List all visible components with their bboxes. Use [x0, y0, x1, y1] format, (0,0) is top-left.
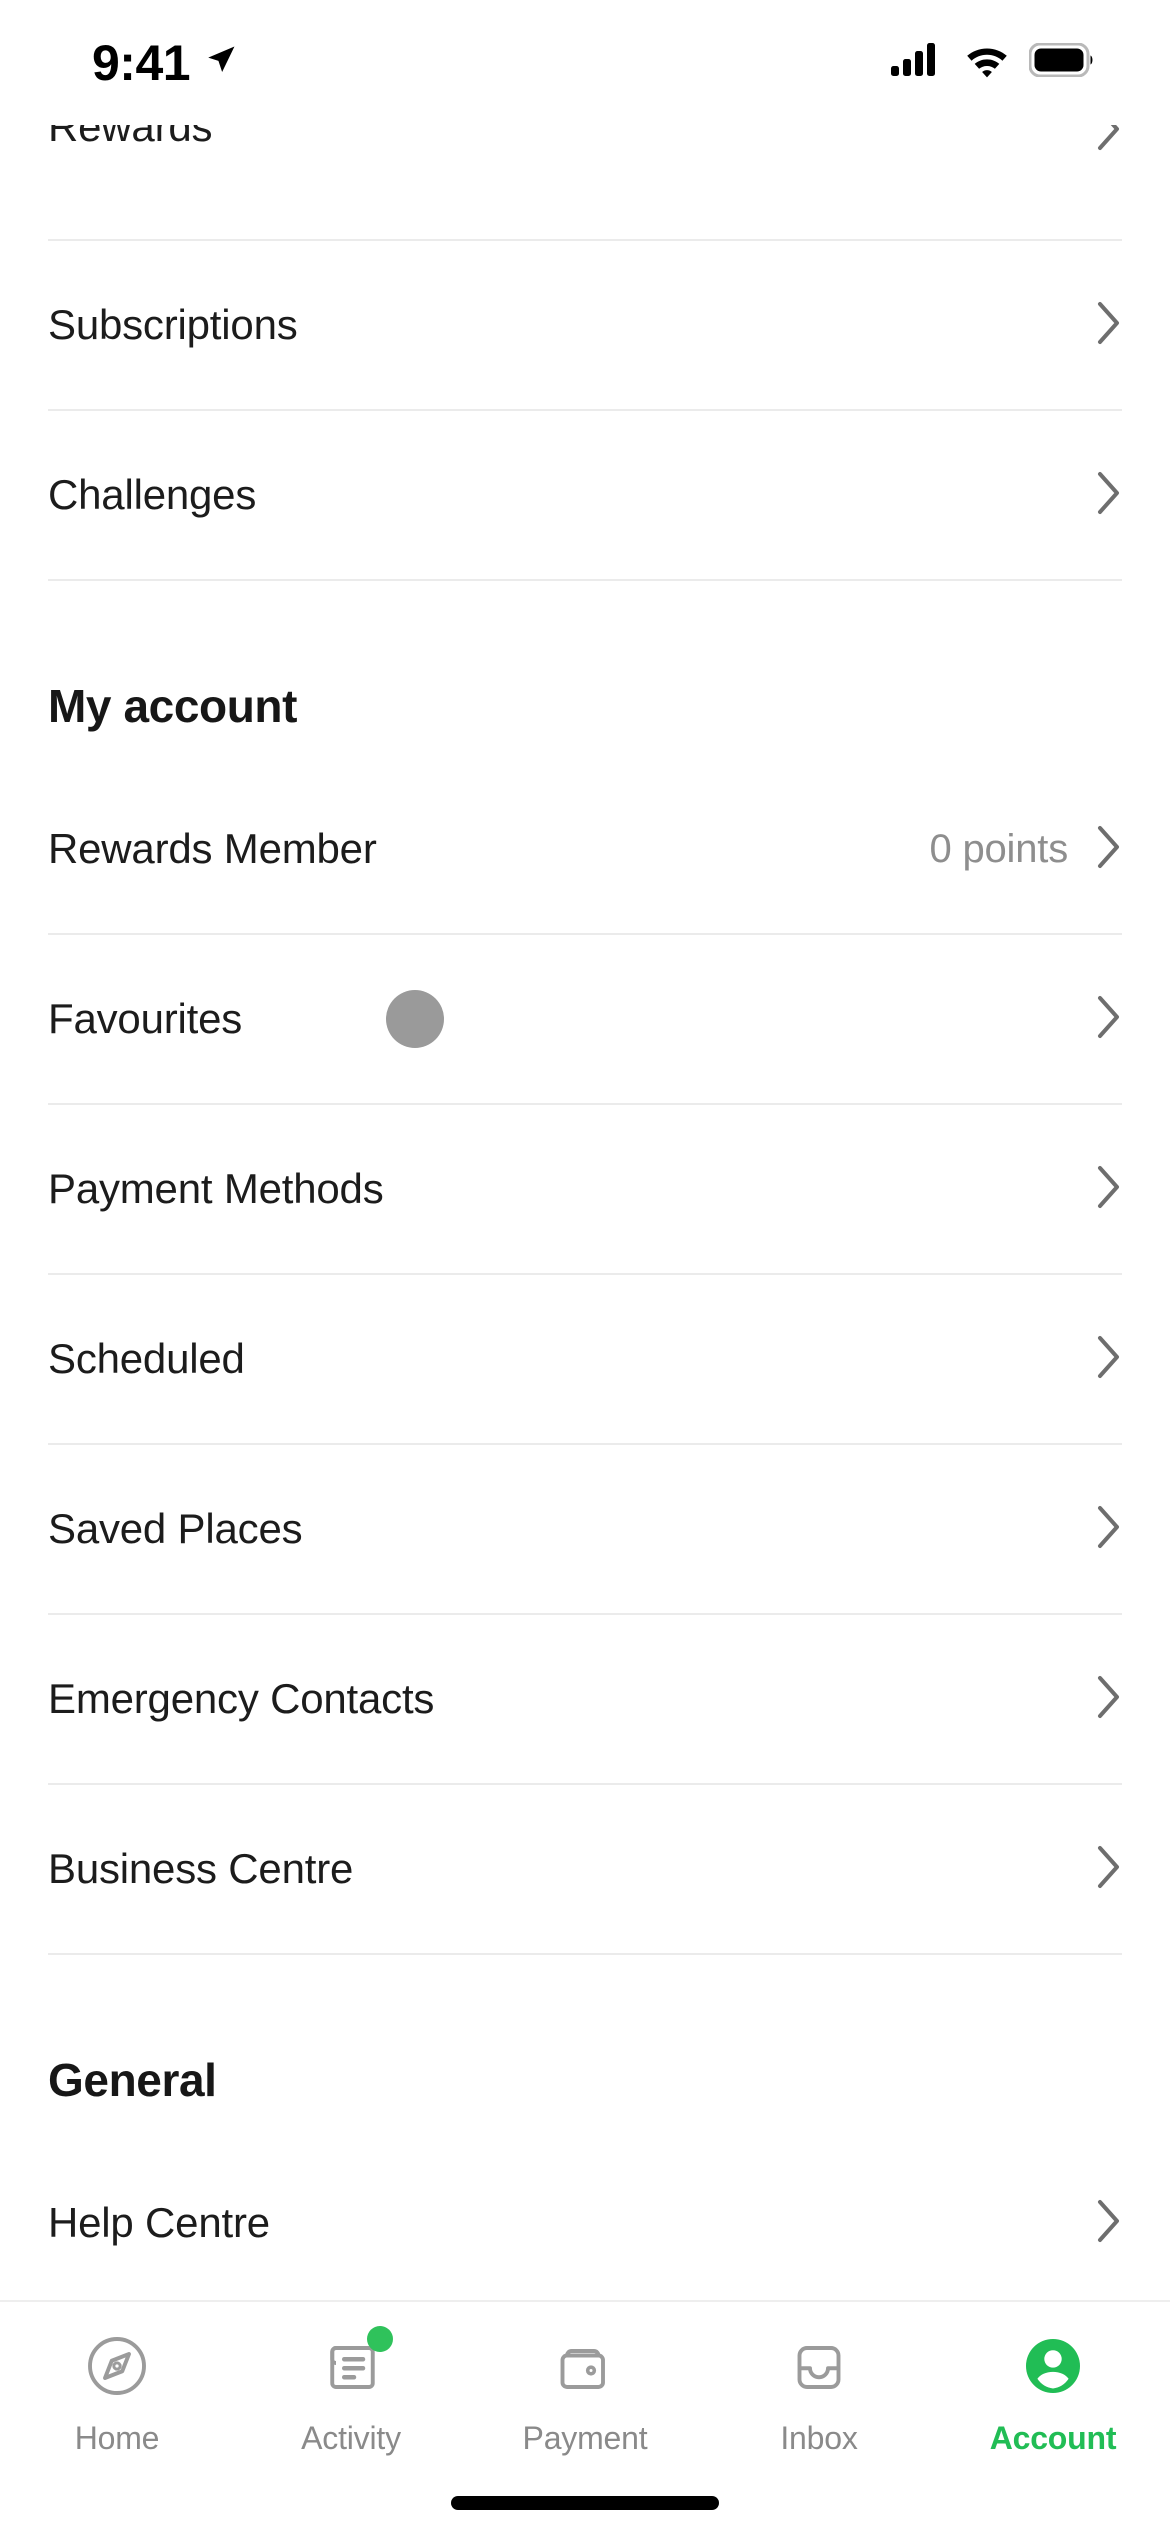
chevron-right-icon — [1096, 1845, 1122, 1894]
list-item-trailing — [1096, 995, 1122, 1044]
section-header-general: General — [0, 2021, 1170, 2139]
compass-icon — [75, 2324, 159, 2408]
chevron-right-icon — [1096, 471, 1122, 520]
settings-scroll-content[interactable]: Rewards Subscriptions Challenges My acco… — [0, 125, 1170, 2400]
chevron-right-icon — [1096, 2199, 1122, 2248]
section-title: My account — [48, 680, 298, 732]
tab-home[interactable]: Home — [0, 2302, 234, 2477]
chevron-right-icon — [1096, 301, 1122, 350]
list-item-emergency-contacts[interactable]: Emergency Contacts — [0, 1615, 1170, 1783]
section-header-my-account: My account — [0, 647, 1170, 765]
list-item-help-centre[interactable]: Help Centre — [0, 2139, 1170, 2307]
list-item-label: Subscriptions — [48, 301, 298, 348]
tab-label: Home — [74, 2420, 160, 2456]
list-item-label: Emergency Contacts — [48, 1675, 435, 1722]
list-item-label: Scheduled — [48, 1335, 245, 1382]
loading-placeholder-circle — [386, 990, 444, 1048]
list-item-trailing — [1096, 1505, 1122, 1554]
list-item-label: Rewards Member — [48, 825, 377, 872]
list-item-label: Business Centre — [48, 1845, 354, 1892]
list-item-saved-places[interactable]: Saved Places — [0, 1445, 1170, 1613]
wallet-icon — [543, 2324, 627, 2408]
top-section: Rewards Subscriptions Challenges — [0, 125, 1170, 581]
app-screen: 9:41 Rewards Subscriptions Challenges My… — [0, 0, 1170, 2532]
section-spacer — [0, 581, 1170, 647]
list-item-label: Rewards — [48, 125, 213, 150]
list-item-rewards-member[interactable]: Rewards Member 0 points — [0, 765, 1170, 933]
list-item-label: Payment Methods — [48, 1165, 384, 1212]
list-item-trailing — [1096, 1675, 1122, 1724]
cellular-signal-icon — [891, 42, 945, 83]
list-item-trailing — [1096, 1845, 1122, 1894]
list-item-trailing — [1096, 471, 1122, 520]
list-item-payment-methods[interactable]: Payment Methods — [0, 1105, 1170, 1273]
list-item-trailing — [1096, 2199, 1122, 2248]
status-bar-left: 9:41 — [92, 38, 238, 88]
list-item-trailing — [1096, 1165, 1122, 1214]
chevron-right-icon — [1096, 1335, 1122, 1384]
status-bar: 9:41 — [0, 0, 1170, 125]
status-bar-right — [891, 42, 1095, 83]
tab-label: Activity — [301, 2420, 401, 2456]
inbox-tray-icon — [777, 2324, 861, 2408]
points-value: 0 points — [929, 826, 1069, 871]
section-title: General — [48, 2054, 217, 2106]
chevron-right-icon — [1096, 1165, 1122, 1214]
chevron-right-icon — [1096, 1675, 1122, 1724]
tab-label: Account — [989, 2420, 1117, 2456]
notification-badge-dot — [367, 2326, 393, 2352]
list-item-label: Favourites — [48, 995, 243, 1042]
list-item-challenges[interactable]: Challenges — [0, 411, 1170, 579]
tab-inbox[interactable]: Inbox — [702, 2302, 936, 2477]
chevron-right-icon — [1096, 125, 1122, 156]
status-time: 9:41 — [92, 34, 191, 91]
list-item-label: Challenges — [48, 471, 257, 518]
list-item-trailing — [1096, 125, 1122, 156]
home-indicator — [451, 2496, 719, 2510]
tab-label: Payment — [522, 2420, 648, 2456]
list-item-business-centre[interactable]: Business Centre — [0, 1785, 1170, 1953]
list-item-label: Saved Places — [48, 1505, 303, 1552]
list-item-favourites[interactable]: Favourites — [0, 935, 1170, 1103]
list-item-scheduled[interactable]: Scheduled — [0, 1275, 1170, 1443]
chevron-right-icon — [1096, 995, 1122, 1044]
section-spacer — [0, 1955, 1170, 2021]
chevron-right-icon — [1096, 825, 1122, 874]
tab-account[interactable]: Account — [936, 2302, 1170, 2477]
list-item-trailing: 0 points — [930, 825, 1123, 874]
wifi-icon — [963, 42, 1011, 83]
list-item-trailing — [1096, 301, 1122, 350]
list-item-subscriptions[interactable]: Subscriptions — [0, 241, 1170, 409]
list-item-rewards[interactable]: Rewards — [0, 125, 1170, 239]
battery-full-icon — [1028, 42, 1095, 82]
account-person-icon — [1011, 2324, 1095, 2408]
receipt-icon — [309, 2324, 393, 2408]
tab-label: Inbox — [780, 2420, 858, 2456]
tab-activity[interactable]: Activity — [234, 2302, 468, 2477]
location-arrow-icon — [204, 43, 238, 82]
chevron-right-icon — [1096, 1505, 1122, 1554]
tab-payment[interactable]: Payment — [468, 2302, 702, 2477]
list-item-label: Help Centre — [48, 2199, 270, 2246]
list-item-trailing — [1096, 1335, 1122, 1384]
